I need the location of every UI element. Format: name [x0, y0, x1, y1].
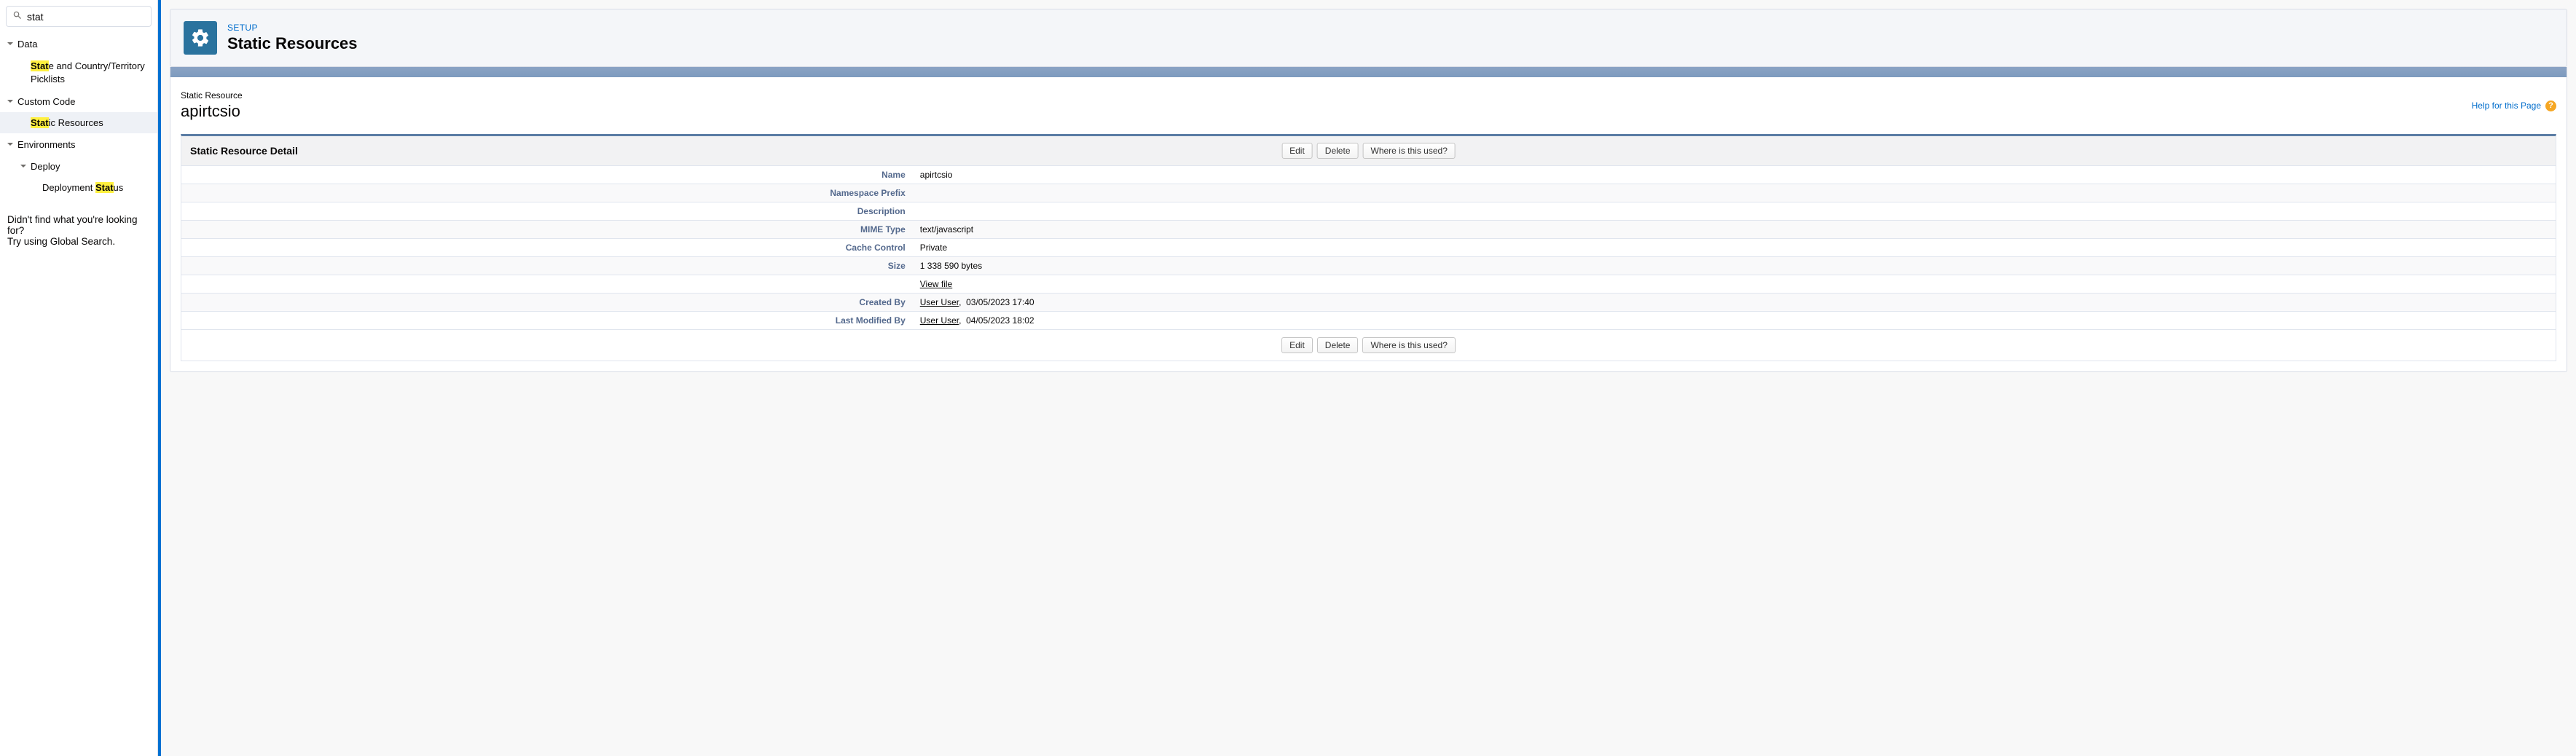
field-label: Name [181, 166, 913, 184]
sidebar-search-input[interactable] [27, 11, 145, 23]
sidebar-search-wrap [0, 3, 157, 33]
sidebar-nofind: Didn't find what you're looking for? Try… [0, 205, 157, 253]
try-global-search-link[interactable]: Try using Global Search. [7, 236, 150, 247]
main-wrap: SETUP Static Resources Static Resource a… [158, 0, 2576, 756]
delete-button[interactable]: Delete [1317, 337, 1359, 353]
sidebar-group-environments[interactable]: Environments [0, 133, 157, 155]
chevron-down-icon [4, 38, 16, 50]
field-row-namespace: Namespace Prefix [181, 184, 2556, 202]
sidebar-item-deployment-status[interactable]: Deployment Status [0, 177, 157, 198]
sidebar-tree: Data State and Country/Territory Picklis… [0, 33, 157, 205]
field-row-name: Name apirtcsio [181, 166, 2556, 184]
object-crumb: Static Resource [181, 90, 243, 101]
detail-button-row-top: Edit Delete Where is this used? [1281, 143, 1456, 159]
field-row-mime: MIME Type text/javascript [181, 221, 2556, 239]
field-value: Private [913, 239, 2556, 257]
field-value: View file [913, 275, 2556, 294]
detail-box: Static Resource Detail Edit Delete Where… [181, 134, 2556, 361]
sidebar-group-label: Custom Code [17, 96, 75, 107]
view-file-link[interactable]: View file [920, 279, 952, 289]
search-highlight: Stat [31, 60, 49, 71]
field-label [181, 275, 913, 294]
nofind-text: Didn't find what you're looking for? [7, 214, 150, 236]
setup-sidebar: Data State and Country/Territory Picklis… [0, 0, 158, 756]
created-time: 03/05/2023 17:40 [966, 297, 1034, 307]
edit-button[interactable]: Edit [1281, 337, 1313, 353]
field-row-cache: Cache Control Private [181, 239, 2556, 257]
sidebar-search-box[interactable] [6, 6, 152, 27]
chevron-down-icon [17, 160, 29, 172]
field-row-created: Created By User User, 03/05/2023 17:40 [181, 294, 2556, 312]
help-for-page-link[interactable]: Help for this Page ? [2472, 101, 2556, 111]
created-user-link[interactable]: User User [920, 297, 959, 307]
field-label: Description [181, 202, 913, 221]
sidebar-group-label: Environments [17, 139, 75, 150]
field-row-description: Description [181, 202, 2556, 221]
modified-user-link[interactable]: User User [920, 315, 959, 326]
decorative-map-band [170, 67, 2567, 77]
field-row-size: Size 1 338 590 bytes [181, 257, 2556, 275]
search-highlight: Stat [31, 117, 49, 128]
page-header-text: SETUP Static Resources [227, 23, 358, 53]
object-name: apirtcsio [181, 102, 243, 121]
detail-title: Static Resource Detail [190, 145, 298, 157]
field-value: User User, 03/05/2023 17:40 [913, 294, 2556, 312]
chevron-down-icon [4, 138, 16, 150]
field-label: Created By [181, 294, 913, 312]
sidebar-subgroup-label: Deploy [31, 161, 60, 172]
field-value: User User, 04/05/2023 18:02 [913, 312, 2556, 330]
field-value [913, 202, 2556, 221]
main-content: SETUP Static Resources Static Resource a… [161, 0, 2576, 756]
field-value: 1 338 590 bytes [913, 257, 2556, 275]
where-used-button[interactable]: Where is this used? [1362, 337, 1455, 353]
sidebar-item-static-resources[interactable]: Static Resources [0, 112, 157, 133]
help-link-label: Help for this Page [2472, 101, 2541, 111]
sidebar-group-label: Data [17, 39, 37, 50]
page-title: Static Resources [227, 34, 358, 53]
field-row-modified: Last Modified By User User, 04/05/2023 1… [181, 312, 2556, 330]
chevron-down-icon [4, 95, 16, 107]
field-value: apirtcsio [913, 166, 2556, 184]
page-eyebrow: SETUP [227, 23, 358, 33]
sidebar-group-data[interactable]: Data [0, 33, 157, 55]
page-header: SETUP Static Resources [170, 9, 2567, 67]
field-label: Cache Control [181, 239, 913, 257]
detail-header: Static Resource Detail Edit Delete Where… [181, 136, 2556, 165]
object-header-row: Static Resource apirtcsio Help for this … [181, 90, 2556, 121]
sidebar-item-state-picklists[interactable]: State and Country/Territory Picklists [0, 55, 157, 90]
detail-field-table: Name apirtcsio Namespace Prefix Descript… [181, 165, 2556, 329]
field-label: Size [181, 257, 913, 275]
field-label: Last Modified By [181, 312, 913, 330]
field-value: text/javascript [913, 221, 2556, 239]
help-icon: ? [2545, 101, 2556, 111]
search-highlight: Stat [95, 182, 114, 193]
sidebar-group-custom-code[interactable]: Custom Code [0, 90, 157, 112]
field-label: Namespace Prefix [181, 184, 913, 202]
modified-time: 04/05/2023 18:02 [966, 315, 1034, 326]
delete-button[interactable]: Delete [1317, 143, 1359, 159]
field-row-viewfile: View file [181, 275, 2556, 294]
edit-button[interactable]: Edit [1281, 143, 1313, 159]
detail-button-row-bottom: Edit Delete Where is this used? [181, 329, 2556, 361]
content-panel: Static Resource apirtcsio Help for this … [170, 77, 2567, 372]
sidebar-subgroup-deploy[interactable]: Deploy [0, 155, 157, 177]
gear-icon [184, 21, 217, 55]
field-label: MIME Type [181, 221, 913, 239]
search-icon [12, 10, 23, 23]
where-used-button[interactable]: Where is this used? [1362, 143, 1455, 159]
object-header-left: Static Resource apirtcsio [181, 90, 243, 121]
field-value [913, 184, 2556, 202]
